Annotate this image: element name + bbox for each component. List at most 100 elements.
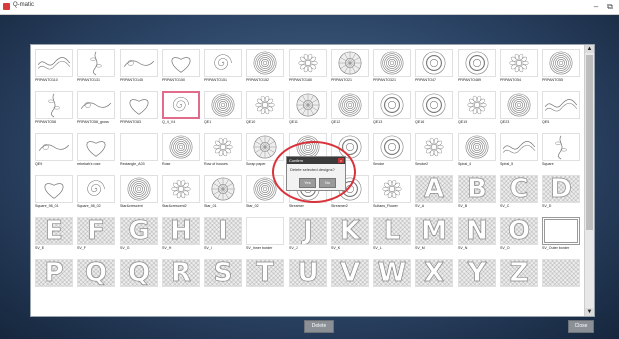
- design-thumbnail[interactable]: [204, 91, 242, 119]
- design-thumbnail[interactable]: [415, 133, 453, 161]
- design-tile[interactable]: F SV_F: [77, 217, 115, 255]
- yes-button[interactable]: Yes: [299, 178, 316, 188]
- design-tile[interactable]: PRPANTO152: [246, 49, 284, 87]
- design-tile[interactable]: E SV_E: [35, 217, 73, 255]
- design-tile[interactable]: PRPANTO58_gross: [77, 91, 115, 129]
- design-thumbnail[interactable]: [373, 91, 411, 119]
- design-thumbnail[interactable]: [35, 175, 73, 203]
- design-tile[interactable]: PRPANTO58: [35, 91, 73, 129]
- design-thumbnail[interactable]: V: [331, 259, 369, 287]
- design-tile[interactable]: PRPANTO321: [373, 49, 411, 87]
- design-tile[interactable]: Row of houses: [204, 133, 242, 171]
- design-tile[interactable]: QE5: [542, 91, 580, 129]
- design-tile[interactable]: PRPANTO54: [500, 49, 538, 87]
- design-thumbnail[interactable]: E: [35, 217, 73, 245]
- design-thumbnail[interactable]: [331, 91, 369, 119]
- design-tile[interactable]: S: [204, 259, 242, 297]
- design-thumbnail[interactable]: [120, 175, 158, 203]
- design-tile[interactable]: O SV_O: [500, 217, 538, 255]
- design-thumbnail[interactable]: Z: [500, 259, 538, 287]
- design-thumbnail[interactable]: Y: [458, 259, 496, 287]
- design-tile[interactable]: C SV_C: [500, 175, 538, 213]
- delete-button[interactable]: Delete: [304, 320, 334, 333]
- design-tile[interactable]: Rectangle_A03: [120, 133, 158, 171]
- design-thumbnail[interactable]: N: [458, 217, 496, 245]
- design-tile[interactable]: Star&crescent2: [162, 175, 200, 213]
- design-thumbnail[interactable]: [204, 175, 242, 203]
- design-thumbnail[interactable]: [162, 91, 200, 119]
- design-tile[interactable]: QE19: [458, 91, 496, 129]
- design-thumbnail[interactable]: H: [162, 217, 200, 245]
- design-tile[interactable]: Square_98_01: [35, 175, 73, 213]
- design-tile[interactable]: P: [35, 259, 73, 297]
- design-tile[interactable]: V: [331, 259, 369, 297]
- design-tile[interactable]: Q_4_V4: [162, 91, 200, 129]
- design-thumbnail[interactable]: [246, 91, 284, 119]
- design-thumbnail[interactable]: [246, 217, 284, 245]
- design-thumbnail[interactable]: [162, 49, 200, 77]
- design-tile[interactable]: Sultans_Flower: [373, 175, 411, 213]
- design-thumbnail[interactable]: [542, 259, 580, 287]
- design-thumbnail[interactable]: [373, 133, 411, 161]
- minimize-button[interactable]: –: [591, 1, 601, 13]
- design-thumbnail[interactable]: [289, 91, 327, 119]
- design-tile[interactable]: Square_98_02: [77, 175, 115, 213]
- design-thumbnail[interactable]: X: [415, 259, 453, 287]
- design-thumbnail[interactable]: W: [373, 259, 411, 287]
- design-thumbnail[interactable]: [77, 91, 115, 119]
- design-tile[interactable]: Smoke: [373, 133, 411, 171]
- design-thumbnail[interactable]: P: [35, 259, 73, 287]
- design-thumbnail[interactable]: [120, 133, 158, 161]
- design-tile[interactable]: U: [289, 259, 327, 297]
- design-tile[interactable]: Rose: [162, 133, 200, 171]
- design-tile[interactable]: SV_Outer border: [542, 217, 580, 255]
- design-tile[interactable]: QE13: [373, 91, 411, 129]
- scroll-up-arrow-icon[interactable]: ▲: [585, 45, 594, 53]
- design-tile[interactable]: PRPANTO150: [162, 49, 200, 87]
- design-thumbnail[interactable]: [204, 133, 242, 161]
- design-thumbnail[interactable]: F: [77, 217, 115, 245]
- design-tile[interactable]: R: [162, 259, 200, 297]
- design-thumbnail[interactable]: [542, 49, 580, 77]
- design-thumbnail[interactable]: [373, 175, 411, 203]
- design-tile[interactable]: rebekah's rose: [77, 133, 115, 171]
- design-tile[interactable]: X: [415, 259, 453, 297]
- design-thumbnail[interactable]: R: [162, 259, 200, 287]
- design-thumbnail[interactable]: J: [289, 217, 327, 245]
- dialog-close-icon[interactable]: ×: [338, 158, 344, 163]
- design-thumbnail[interactable]: [120, 91, 158, 119]
- design-thumbnail[interactable]: Q: [120, 259, 158, 287]
- design-tile[interactable]: SV_Inner border: [246, 217, 284, 255]
- scroll-thumb[interactable]: [586, 55, 593, 230]
- design-tile[interactable]: PRPANTO47: [415, 49, 453, 87]
- design-tile[interactable]: Q: [120, 259, 158, 297]
- design-tile[interactable]: Q: [77, 259, 115, 297]
- design-tile[interactable]: QE23: [500, 91, 538, 129]
- design-thumbnail[interactable]: [542, 91, 580, 119]
- design-thumbnail[interactable]: I: [204, 217, 242, 245]
- design-tile[interactable]: Z: [500, 259, 538, 297]
- design-thumbnail[interactable]: [289, 49, 327, 77]
- design-thumbnail[interactable]: [77, 175, 115, 203]
- design-tile[interactable]: PRPANTO151: [204, 49, 242, 87]
- vertical-scrollbar[interactable]: ▲ ▼: [584, 45, 594, 316]
- design-thumbnail[interactable]: D: [542, 175, 580, 203]
- design-thumbnail[interactable]: [415, 49, 453, 77]
- design-thumbnail[interactable]: O: [500, 217, 538, 245]
- design-thumbnail[interactable]: [415, 91, 453, 119]
- design-thumbnail[interactable]: L: [373, 217, 411, 245]
- design-thumbnail[interactable]: [542, 217, 580, 245]
- design-tile[interactable]: PRPANTO131: [77, 49, 115, 87]
- design-thumbnail[interactable]: [77, 49, 115, 77]
- design-tile[interactable]: Square: [542, 133, 580, 171]
- design-tile[interactable]: I SV_I: [204, 217, 242, 255]
- design-thumbnail[interactable]: [500, 49, 538, 77]
- design-tile[interactable]: PRPANTO110: [35, 49, 73, 87]
- design-tile[interactable]: Star_01: [204, 175, 242, 213]
- design-tile[interactable]: A SV_A: [415, 175, 453, 213]
- design-tile[interactable]: QE10: [246, 91, 284, 129]
- design-thumbnail[interactable]: K: [331, 217, 369, 245]
- design-thumbnail[interactable]: [162, 133, 200, 161]
- design-thumbnail[interactable]: [120, 49, 158, 77]
- design-tile[interactable]: Spiral_4: [458, 133, 496, 171]
